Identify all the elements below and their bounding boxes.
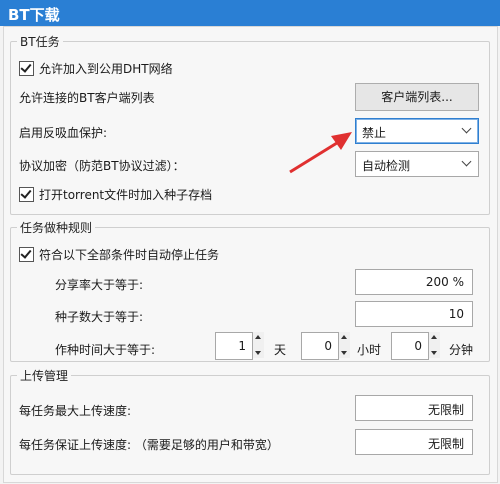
days-unit: 天: [274, 343, 287, 357]
bt-task-group: BT任务 允许加入到公用DHT网络 允许连接的BT客户端列表 客户端列表... …: [10, 33, 490, 215]
spin-up-icon[interactable]: [431, 335, 437, 339]
dht-label: 允许加入到公用DHT网络: [39, 62, 173, 76]
guaranteed-speed-value: 无限制: [427, 437, 464, 451]
seeding-group: 任务做种规则 符合以下全部条件时自动停止任务 分享率大于等于: 200 % 种子…: [10, 219, 490, 362]
spin-down-icon[interactable]: [341, 351, 347, 355]
window-title: BT下载: [8, 6, 60, 24]
days-spinner[interactable]: 1: [215, 332, 253, 360]
share-ratio-label: 分享率大于等于:: [55, 278, 144, 292]
title-bar: BT下载: [0, 0, 500, 26]
seed-count-label: 种子数大于等于:: [55, 310, 144, 324]
spin-down-icon[interactable]: [431, 351, 437, 355]
spin-up-icon[interactable]: [255, 335, 261, 339]
anti-leech-value: 禁止: [362, 126, 387, 140]
encryption-select[interactable]: 自动检测: [355, 151, 479, 177]
days-value: 1: [238, 339, 246, 353]
allowed-clients-label: 允许连接的BT客户端列表: [19, 91, 155, 105]
guaranteed-speed-label: 每任务保证上传速度: （需要足够的用户和带宽）: [19, 438, 279, 452]
dht-checkbox[interactable]: [19, 61, 34, 76]
open-torrent-checkbox[interactable]: [19, 187, 34, 202]
max-speed-label: 每任务最大上传速度:: [19, 404, 132, 418]
days-spin-buttons[interactable]: [252, 332, 264, 358]
seeding-legend: 任务做种规则: [17, 219, 96, 236]
open-torrent-label: 打开torrent文件时加入种子存档: [39, 188, 213, 202]
chevron-down-icon: [461, 156, 472, 167]
upload-group: 上传管理 每任务最大上传速度: 无限制 每任务保证上传速度: （需要足够的用户和…: [10, 367, 490, 475]
settings-panel: BT任务 允许加入到公用DHT网络 允许连接的BT客户端列表 客户端列表... …: [3, 26, 498, 483]
minutes-unit: 分钟: [449, 343, 474, 357]
guaranteed-speed-input[interactable]: 无限制: [355, 429, 473, 455]
encryption-value: 自动检测: [362, 159, 411, 173]
anti-leech-label: 启用反吸血保护:: [19, 126, 108, 140]
client-list-button-label: 客户端列表...: [381, 90, 453, 104]
minutes-spin-buttons[interactable]: [428, 332, 440, 358]
minutes-spinner[interactable]: 0: [391, 332, 429, 360]
auto-stop-label: 符合以下全部条件时自动停止任务: [39, 248, 220, 262]
hours-spin-buttons[interactable]: [338, 332, 350, 358]
spin-up-icon[interactable]: [341, 335, 347, 339]
spin-down-icon[interactable]: [255, 351, 261, 355]
anti-leech-select[interactable]: 禁止: [355, 118, 479, 144]
share-ratio-input[interactable]: 200 %: [355, 269, 473, 295]
encryption-label: 协议加密（防范BT协议过滤）：: [19, 159, 185, 173]
hours-spinner[interactable]: 0: [301, 332, 339, 360]
seed-time-label: 作种时间大于等于:: [55, 343, 156, 357]
client-list-button[interactable]: 客户端列表...: [355, 83, 479, 111]
auto-stop-checkbox[interactable]: [19, 247, 34, 262]
hours-value: 0: [324, 339, 332, 353]
upload-legend: 上传管理: [17, 367, 72, 384]
seed-count-value: 10: [448, 307, 464, 321]
bt-task-legend: BT任务: [17, 33, 63, 50]
hours-unit: 小时: [357, 343, 382, 357]
minutes-value: 0: [414, 339, 422, 353]
chevron-down-icon: [461, 123, 472, 134]
share-ratio-value: 200 %: [425, 275, 464, 289]
seed-count-input[interactable]: 10: [355, 301, 473, 327]
max-speed-value: 无限制: [427, 403, 464, 417]
max-speed-input[interactable]: 无限制: [355, 395, 473, 421]
